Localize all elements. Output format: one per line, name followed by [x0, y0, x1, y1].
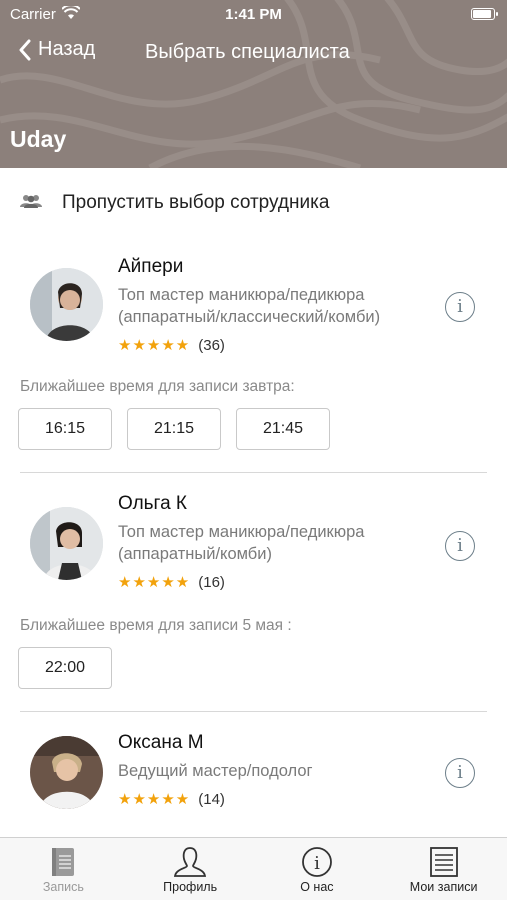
- employee-card[interactable]: Айпери Топ мастер маникюра/педикюра (апп…: [0, 236, 507, 472]
- stars: ★★★★★: [118, 337, 191, 354]
- nearest-time-label: Ближайшее время для записи завтра:: [20, 378, 295, 395]
- tab-my-bookings[interactable]: Мои записи: [380, 838, 507, 900]
- employee-description: Топ мастер маникюра/педикюра (аппаратный…: [118, 284, 438, 328]
- rating: ★★★★★ (16): [118, 573, 225, 592]
- skip-employee-selection[interactable]: Пропустить выбор сотрудника: [0, 168, 507, 236]
- book-icon: [52, 848, 75, 876]
- employee-card[interactable]: Ольга К Топ мастер маникюра/педикюра (ап…: [0, 473, 507, 711]
- tab-label: Запись: [42, 880, 84, 894]
- svg-text:i: i: [314, 853, 320, 874]
- stars: ★★★★★: [118, 791, 191, 808]
- time-slot-button[interactable]: 21:15: [127, 408, 221, 450]
- clock: 1:41 PM: [225, 6, 282, 23]
- tab-bar: Запись Профиль i О нас Мои записи: [0, 837, 507, 900]
- avatar: [30, 268, 103, 341]
- nearest-time-label: Ближайшее время для записи 5 мая :: [20, 617, 292, 634]
- status-bar: Carrier 1:41 PM: [0, 0, 507, 28]
- tab-label: Мои записи: [409, 880, 478, 894]
- employee-name: Ольга К: [118, 493, 187, 514]
- avatar: [30, 736, 103, 809]
- review-count: (14): [198, 790, 225, 808]
- rating: ★★★★★ (14): [118, 790, 225, 809]
- battery-icon: [471, 8, 498, 20]
- tab-booking[interactable]: Запись: [0, 838, 127, 900]
- time-slot-button[interactable]: 22:00: [18, 647, 112, 689]
- avatar: [30, 507, 103, 580]
- info-icon[interactable]: i: [445, 531, 475, 561]
- description-line: Топ мастер маникюра/педикюра: [118, 286, 365, 304]
- page-title: Выбрать специалиста: [145, 41, 350, 63]
- time-slot-button[interactable]: 21:45: [236, 408, 330, 450]
- employee-description: Топ мастер маникюра/педикюра (аппаратный…: [118, 521, 438, 565]
- tab-label: О нас: [300, 880, 334, 894]
- back-button[interactable]: Назад: [18, 38, 95, 61]
- stars: ★★★★★: [118, 574, 191, 591]
- tab-label: Профиль: [163, 880, 218, 894]
- salon-name: Uday: [10, 126, 67, 152]
- person-icon: [174, 847, 207, 877]
- time-slot-button[interactable]: 16:15: [18, 408, 112, 450]
- list-icon: [429, 847, 458, 877]
- people-icon: [20, 195, 42, 208]
- info-icon[interactable]: i: [445, 292, 475, 322]
- description-line: Ведущий мастер/подолог: [118, 762, 313, 780]
- chevron-left-icon: [19, 39, 31, 60]
- employee-name: Айпери: [118, 256, 184, 277]
- review-count: (36): [198, 336, 225, 354]
- employee-card[interactable]: Оксана М Ведущий мастер/подолог ★★★★★ (1…: [0, 712, 507, 837]
- header: Carrier 1:41 PM Назад Выбрать специалист…: [0, 0, 507, 168]
- tab-profile[interactable]: Профиль: [127, 838, 254, 900]
- info-icon: i: [301, 847, 332, 877]
- description-line: Топ мастер маникюра/педикюра: [118, 523, 365, 541]
- info-icon[interactable]: i: [445, 758, 475, 788]
- description-line: (аппаратный/комби): [118, 545, 272, 563]
- employee-name: Оксана М: [118, 732, 204, 753]
- back-label: Назад: [38, 38, 96, 60]
- review-count: (16): [198, 573, 225, 591]
- description-line: (аппаратный/классический/комби): [118, 308, 381, 326]
- tab-about[interactable]: i О нас: [254, 838, 381, 900]
- rating: ★★★★★ (36): [118, 336, 225, 355]
- employee-description: Ведущий мастер/подолог: [118, 760, 438, 782]
- skip-label: Пропустить выбор сотрудника: [62, 192, 330, 213]
